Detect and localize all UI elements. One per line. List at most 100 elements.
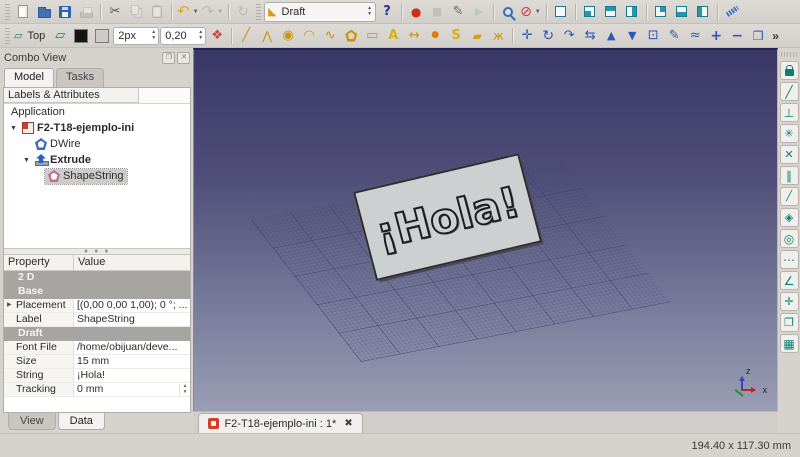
- macro-play-icon[interactable]: ▶: [469, 2, 489, 22]
- property-row-tracking[interactable]: Tracking0 mm▲▼: [4, 383, 190, 397]
- macro-edit-icon[interactable]: ✎: [448, 2, 468, 22]
- tab-data[interactable]: Data: [58, 413, 105, 430]
- property-value[interactable]: 15 mm: [74, 355, 190, 369]
- toolbar-overflow[interactable]: »: [772, 29, 779, 43]
- workbench-selector[interactable]: ◣Draft▲▼: [264, 2, 376, 22]
- tree-item-f2-t18-ejemplo-ini[interactable]: ▼F2-T18-ejemplo-ini: [4, 120, 190, 136]
- tree-item-dwire[interactable]: DWire: [4, 136, 190, 152]
- draft-bezier-icon[interactable]: ж: [488, 26, 508, 46]
- property-value[interactable]: ShapeString: [74, 313, 190, 327]
- top-view-icon[interactable]: [601, 2, 621, 22]
- draft-bspline-icon[interactable]: ∿: [320, 26, 340, 46]
- draft-wire-icon[interactable]: ⋀: [257, 26, 277, 46]
- snap-perpendicular-icon[interactable]: ⊥: [780, 103, 799, 122]
- shape-2d-view-icon[interactable]: ❒: [748, 26, 768, 46]
- macro-stop-icon[interactable]: ■: [427, 2, 447, 22]
- panel-splitter[interactable]: ● ● ●: [4, 248, 190, 255]
- draft-rectangle-icon[interactable]: ▭: [362, 26, 382, 46]
- front-view-icon[interactable]: [580, 2, 600, 22]
- draft-point-icon[interactable]: ●: [425, 26, 445, 46]
- draft-polygon-icon[interactable]: [341, 26, 361, 46]
- paste-icon[interactable]: [147, 2, 167, 22]
- toggle-grid-icon[interactable]: ▦: [780, 334, 799, 353]
- property-row-label[interactable]: LabelShapeString: [4, 313, 190, 327]
- draft-shapestring-icon[interactable]: S: [446, 26, 466, 46]
- open-document-icon[interactable]: [34, 2, 54, 22]
- snap-concentric-icon[interactable]: ◎: [780, 229, 799, 248]
- snap-working-plane-icon[interactable]: ❐: [780, 313, 799, 332]
- face-color-swatch[interactable]: [92, 26, 112, 46]
- draft-text-icon[interactable]: A: [383, 26, 403, 46]
- snap-parallel-icon[interactable]: ∥: [780, 166, 799, 185]
- toolbar-grip[interactable]: [5, 4, 10, 20]
- close-document-icon[interactable]: ✖: [344, 418, 352, 429]
- fit-all-icon[interactable]: [498, 2, 518, 22]
- bottom-view-icon[interactable]: [672, 2, 692, 22]
- document-tab[interactable]: F2-T18-ejemplo-ini : 1* ✖: [198, 413, 362, 433]
- draft-circle-icon[interactable]: ◉: [278, 26, 298, 46]
- move-icon[interactable]: ✛: [517, 26, 537, 46]
- wire-to-bspline-icon[interactable]: ≈: [685, 26, 705, 46]
- upgrade-icon[interactable]: ▲: [601, 26, 621, 46]
- select-plane-icon[interactable]: ▱: [50, 26, 70, 46]
- snap-extension-icon[interactable]: ╱: [780, 187, 799, 206]
- column-header-value[interactable]: Value: [74, 255, 109, 270]
- refresh-icon[interactable]: ↻: [233, 2, 253, 22]
- measure-distance-icon[interactable]: [722, 2, 742, 22]
- draft-dimension-icon[interactable]: ↔: [404, 26, 424, 46]
- property-row-font-file[interactable]: Font File/home/obijuan/deve...: [4, 341, 190, 355]
- cut-icon[interactable]: ✂: [105, 2, 125, 22]
- autogroup-icon[interactable]: ❖: [207, 26, 227, 46]
- left-view-icon[interactable]: [693, 2, 713, 22]
- delete-point-icon[interactable]: −: [727, 26, 747, 46]
- tree-item-application[interactable]: Application: [4, 104, 190, 120]
- line-color-swatch[interactable]: [71, 26, 91, 46]
- toolbar-grip[interactable]: [5, 28, 10, 44]
- print-icon[interactable]: [76, 2, 96, 22]
- snap-lock-icon[interactable]: [780, 61, 799, 80]
- whats-this-icon[interactable]: ?: [377, 2, 397, 22]
- draft-arc-icon[interactable]: ◠: [299, 26, 319, 46]
- snap-ortho-icon[interactable]: ⋯: [780, 250, 799, 269]
- draft-line-icon[interactable]: ╱: [236, 26, 256, 46]
- downgrade-icon[interactable]: ▼: [622, 26, 642, 46]
- property-value[interactable]: ¡Hola!: [74, 369, 190, 383]
- draw-style-icon[interactable]: ⊘▼: [519, 2, 542, 22]
- tree-item-shapestring[interactable]: ShapeString: [4, 168, 190, 184]
- toolbar-grip[interactable]: [781, 52, 797, 57]
- property-row-size[interactable]: Size15 mm: [4, 355, 190, 369]
- expander-icon[interactable]: ▼: [21, 157, 32, 164]
- snap-endpoint-icon[interactable]: ╱: [780, 82, 799, 101]
- working-plane-button[interactable]: ▱Top: [13, 26, 49, 46]
- float-panel-icon[interactable]: ❐: [162, 52, 175, 64]
- tab-tasks[interactable]: Tasks: [56, 68, 104, 87]
- save-document-icon[interactable]: [55, 2, 75, 22]
- expander-icon[interactable]: ▼: [8, 125, 19, 132]
- line-width-spin[interactable]: 2px▲▼: [113, 27, 159, 45]
- snap-intersection-icon[interactable]: ✕: [780, 145, 799, 164]
- expander-icon[interactable]: ▶: [7, 299, 16, 312]
- property-row-placement[interactable]: ▶Placement[(0,00 0,00 1,00); 0 °; ...: [4, 299, 190, 313]
- snap-angle-icon[interactable]: ∠: [780, 271, 799, 290]
- snap-center-icon[interactable]: ◈: [780, 208, 799, 227]
- tab-view[interactable]: View: [8, 413, 56, 430]
- close-panel-icon[interactable]: ✕: [177, 52, 190, 64]
- property-value[interactable]: 0 mm▲▼: [74, 383, 190, 397]
- property-value[interactable]: /home/obijuan/deve...: [74, 341, 190, 355]
- trim-icon[interactable]: ⇆: [580, 26, 600, 46]
- draft-facebinder-icon[interactable]: ▰: [467, 26, 487, 46]
- grip[interactable]: [256, 4, 261, 20]
- property-value[interactable]: [(0,00 0,00 1,00); 0 °; ...: [74, 299, 190, 313]
- copy-icon[interactable]: [126, 2, 146, 22]
- scale-spin[interactable]: 0,20▲▼: [160, 27, 206, 45]
- offset-icon[interactable]: ↷: [559, 26, 579, 46]
- draft-edit-icon[interactable]: ✎: [664, 26, 684, 46]
- column-header-property[interactable]: Property: [4, 255, 74, 270]
- tree-item-extrude[interactable]: ▼Extrude: [4, 152, 190, 168]
- value-spinner[interactable]: ▲▼: [179, 384, 187, 395]
- right-view-icon[interactable]: [622, 2, 642, 22]
- add-point-icon[interactable]: +: [706, 26, 726, 46]
- snap-dimensions-icon[interactable]: ✛: [780, 292, 799, 311]
- 3d-viewport[interactable]: ¡Hola! z x: [193, 48, 778, 411]
- tab-model[interactable]: Model: [4, 68, 54, 87]
